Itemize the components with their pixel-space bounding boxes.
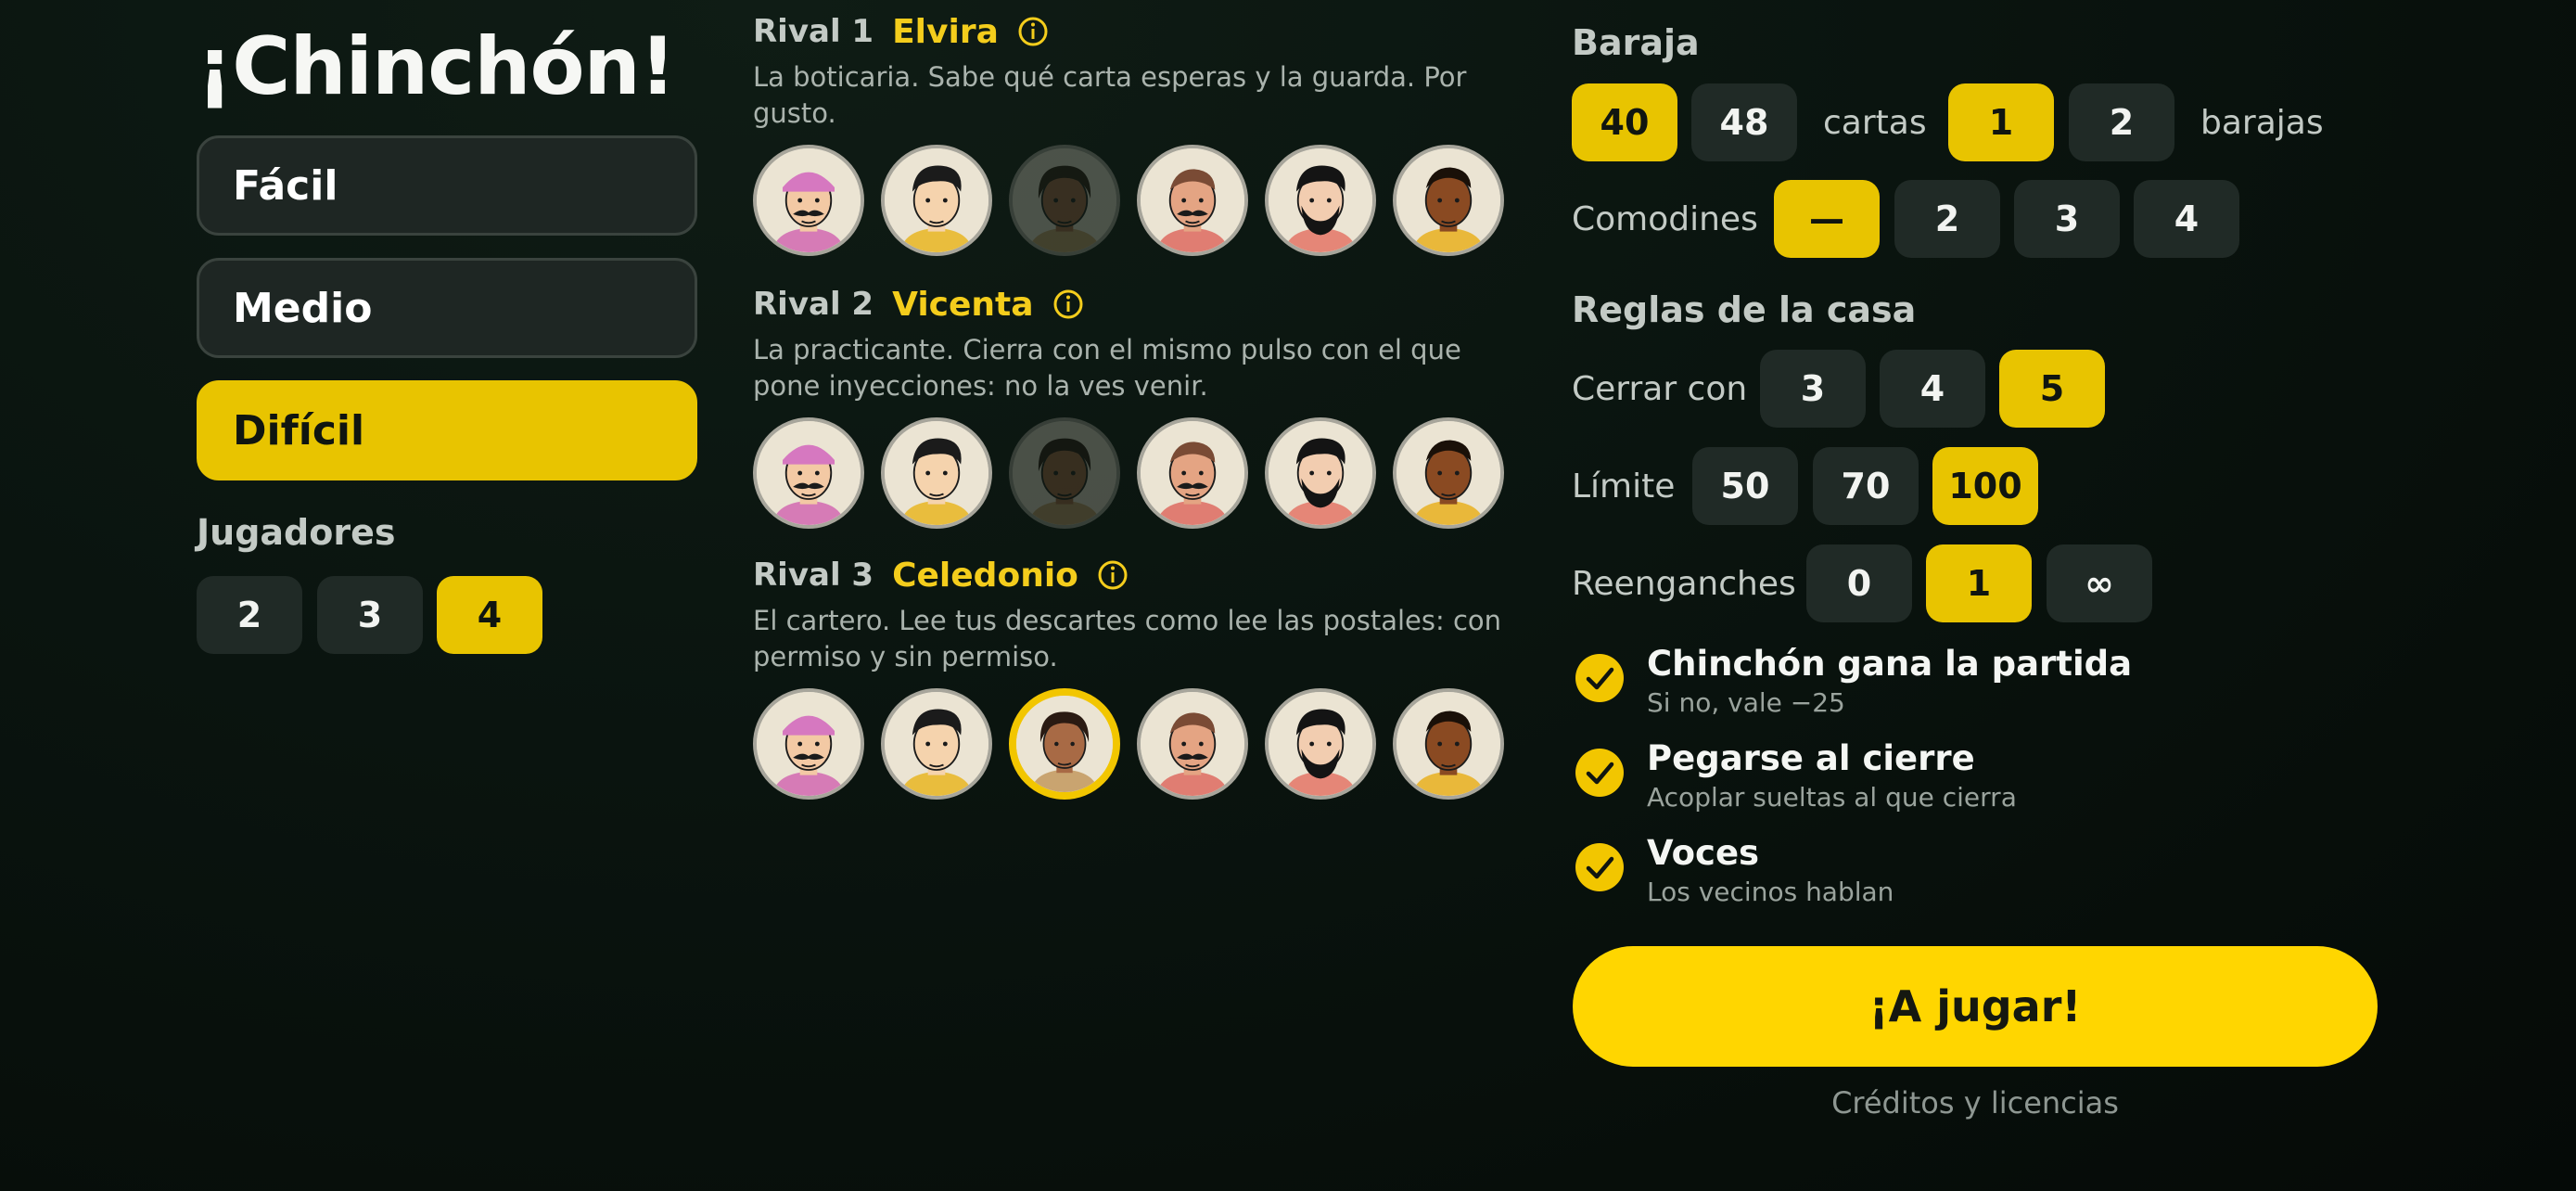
bearded-man-avatar[interactable] xyxy=(1265,688,1376,800)
jokers-option-3[interactable]: 3 xyxy=(2014,180,2120,258)
dark-skin-man-avatar[interactable] xyxy=(1393,688,1504,800)
rival-2-header: Rival 2 Vicenta xyxy=(753,284,1084,325)
rejoins-option-1[interactable]: 1 xyxy=(1926,544,2032,622)
info-icon[interactable] xyxy=(1017,16,1049,47)
rival-1-header: Rival 1 Elvira xyxy=(753,11,1049,52)
bearded-man-avatar[interactable] xyxy=(1265,145,1376,256)
house-rules-label: Reglas de la casa xyxy=(1572,289,1917,330)
rival-1-label: Rival 1 xyxy=(753,13,874,50)
limit-option-100[interactable]: 100 xyxy=(1932,447,2038,525)
play-button[interactable]: ¡A jugar! xyxy=(1573,946,2378,1067)
app-title: ¡Chinchón! xyxy=(197,20,676,113)
handlebar-mustache-avatar[interactable] xyxy=(1137,417,1248,529)
rival-3-label: Rival 3 xyxy=(753,557,874,594)
rival-2-avatar-picker xyxy=(753,417,1504,529)
close-with-label: Cerrar con xyxy=(1572,369,1748,408)
decks-option-2[interactable]: 2 xyxy=(2069,83,2174,161)
deck-label: Baraja xyxy=(1572,22,1700,63)
rejoins-option-0[interactable]: 0 xyxy=(1806,544,1912,622)
difficulty-easy-label: Fácil xyxy=(233,161,338,210)
jokers-option-none[interactable]: — xyxy=(1774,180,1880,258)
players-option-3[interactable]: 3 xyxy=(317,576,423,654)
rival-2-description: La practicante. Cierra con el mismo puls… xyxy=(753,334,1461,402)
players-label: Jugadores xyxy=(197,512,396,553)
limit-option-50[interactable]: 50 xyxy=(1692,447,1798,525)
black-hair-young-avatar[interactable] xyxy=(881,145,992,256)
info-icon[interactable] xyxy=(1052,288,1084,320)
difficulty-medium-label: Medio xyxy=(233,284,373,332)
deck-cards-option-48[interactable]: 48 xyxy=(1691,83,1797,161)
rival-3-description: El cartero. Lee tus descartes como lee l… xyxy=(753,605,1502,672)
toggle-text: Pegarse al cierre Acoplar sueltas al que… xyxy=(1647,738,2017,813)
curly-hair-woman-avatar[interactable] xyxy=(1009,688,1120,800)
checkmark-icon[interactable] xyxy=(1575,842,1625,892)
dark-skin-man-avatar[interactable] xyxy=(1393,417,1504,529)
close-with-option-4[interactable]: 4 xyxy=(1880,350,1985,428)
rejoins-label: Reenganches xyxy=(1572,564,1796,603)
curly-hair-woman-avatar[interactable] xyxy=(1009,145,1120,256)
rival-3-avatar-picker xyxy=(753,688,1504,800)
handlebar-mustache-avatar[interactable] xyxy=(1137,145,1248,256)
close-with-option-3[interactable]: 3 xyxy=(1760,350,1866,428)
jokers-option-4[interactable]: 4 xyxy=(2134,180,2239,258)
rival-1-name: Elvira xyxy=(892,12,999,51)
toggle-title: Voces xyxy=(1647,833,1760,873)
difficulty-easy-button[interactable]: Fácil xyxy=(197,135,697,236)
limit-option-70[interactable]: 70 xyxy=(1813,447,1919,525)
toggle-subtitle: Acoplar sueltas al que cierra xyxy=(1647,782,2017,813)
cards-label: cartas xyxy=(1823,103,1927,142)
deck-cards-option-40[interactable]: 40 xyxy=(1572,83,1677,161)
black-hair-young-avatar[interactable] xyxy=(881,417,992,529)
curly-hair-woman-avatar[interactable] xyxy=(1009,417,1120,529)
rival-1-avatar-picker xyxy=(753,145,1504,256)
jokers-option-2[interactable]: 2 xyxy=(1894,180,2000,258)
limit-label: Límite xyxy=(1572,467,1676,506)
play-button-label: ¡A jugar! xyxy=(1868,981,2082,1031)
black-hair-young-avatar[interactable] xyxy=(881,688,992,800)
players-option-2[interactable]: 2 xyxy=(197,576,302,654)
info-icon[interactable] xyxy=(1097,559,1129,591)
toggle-text: Chinchón gana la partida Si no, vale −25 xyxy=(1647,644,2132,718)
decks-label: barajas xyxy=(2200,103,2324,142)
pink-beanie-mustache-avatar[interactable] xyxy=(753,145,864,256)
rival-2-label: Rival 2 xyxy=(753,286,874,323)
decks-option-1[interactable]: 1 xyxy=(1948,83,2054,161)
checkmark-icon[interactable] xyxy=(1575,748,1625,798)
toggle-text: Voces Los vecinos hablan xyxy=(1647,833,1894,907)
toggle-chinchon-wins[interactable]: Chinchón gana la partida Si no, vale −25 xyxy=(1575,644,2132,718)
pink-beanie-mustache-avatar[interactable] xyxy=(753,417,864,529)
toggle-subtitle: Los vecinos hablan xyxy=(1647,877,1894,907)
dark-skin-man-avatar[interactable] xyxy=(1393,145,1504,256)
rival-2-name: Vicenta xyxy=(892,285,1034,324)
toggle-title: Chinchón gana la partida xyxy=(1647,644,2133,684)
credits-link[interactable]: Créditos y licencias xyxy=(1573,1085,2378,1121)
jokers-label: Comodines xyxy=(1572,199,1758,238)
bearded-man-avatar[interactable] xyxy=(1265,417,1376,529)
handlebar-mustache-avatar[interactable] xyxy=(1137,688,1248,800)
difficulty-medium-button[interactable]: Medio xyxy=(197,258,697,358)
rival-3-name: Celedonio xyxy=(892,556,1078,595)
close-with-option-5[interactable]: 5 xyxy=(1999,350,2105,428)
toggle-voices[interactable]: Voces Los vecinos hablan xyxy=(1575,833,1894,907)
toggle-subtitle: Si no, vale −25 xyxy=(1647,687,1845,718)
toggle-title: Pegarse al cierre xyxy=(1647,738,1975,778)
difficulty-hard-button[interactable]: Difícil xyxy=(197,380,697,480)
rival-1-description: La boticaria. Sabe qué carta esperas y l… xyxy=(753,61,1467,129)
rejoins-option-infinite[interactable]: ∞ xyxy=(2047,544,2152,622)
toggle-stick-to-close[interactable]: Pegarse al cierre Acoplar sueltas al que… xyxy=(1575,738,2017,813)
rival-3-header: Rival 3 Celedonio xyxy=(753,555,1129,596)
difficulty-hard-label: Difícil xyxy=(233,406,365,455)
players-option-4[interactable]: 4 xyxy=(437,576,542,654)
checkmark-icon[interactable] xyxy=(1575,653,1625,703)
pink-beanie-mustache-avatar[interactable] xyxy=(753,688,864,800)
